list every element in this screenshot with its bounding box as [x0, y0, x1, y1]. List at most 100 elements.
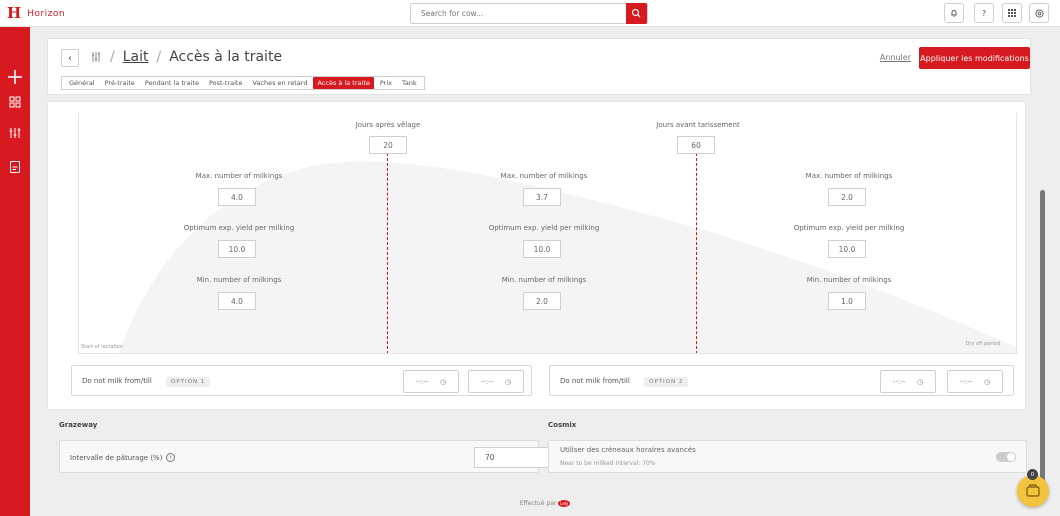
min-milkings-label: Min. number of milkings: [196, 276, 282, 284]
breadcrumb-separator: /: [156, 49, 162, 65]
grazing-interval-label: Intervalle de pâturage (%) i: [70, 453, 176, 462]
lactation-panel: Jours après vêlage 20 Jours avant tariss…: [78, 113, 1017, 354]
logo-mark: H: [7, 4, 22, 22]
tab-late-cows[interactable]: Vaches en retard: [248, 77, 311, 89]
gear-icon: [1034, 8, 1044, 18]
do-not-milk-label: Do not milk from/till: [82, 377, 152, 385]
near-to-be-milked-label: Near to be milked interval:: [560, 460, 641, 467]
report-icon: [10, 161, 20, 173]
till-time-input[interactable]: --:-- ◷: [947, 370, 1003, 393]
dry-off-period-label: Dry off period: [965, 341, 1000, 347]
plus-icon: [8, 70, 22, 84]
breadcrumb-link-lait[interactable]: Lait: [123, 49, 149, 65]
dashboard-icon: [9, 96, 21, 108]
days-after-calving-line: [387, 153, 388, 353]
do-not-milk-option-2: Do not milk from/till OPTION 2 --:-- ◷ -…: [549, 365, 1014, 396]
chevron-left-icon: ‹: [68, 52, 72, 64]
optimum-yield-input[interactable]: 10.0: [523, 240, 561, 258]
tab-price[interactable]: Prix: [376, 77, 396, 89]
lely-logo: Lely: [558, 500, 571, 507]
min-milkings-input[interactable]: 1.0: [828, 292, 866, 310]
sidebar-item-dashboard[interactable]: [8, 95, 22, 109]
near-to-be-milked-text: Near to be milked interval: 70%: [560, 460, 656, 467]
do-not-milk-label: Do not milk from/till: [560, 377, 630, 385]
page-title: Accès à la traite: [169, 49, 283, 65]
days-after-calving-input[interactable]: 20: [369, 136, 407, 154]
apply-changes-button[interactable]: Appliquer les modifications: [919, 47, 1030, 69]
info-icon[interactable]: i: [166, 453, 176, 462]
tab-pre-milking[interactable]: Pré-traite: [101, 77, 139, 89]
cosmix-title: Cosmix: [548, 421, 577, 429]
bell-icon: [951, 10, 957, 17]
clock-icon: ◷: [440, 377, 447, 386]
optimum-yield-input[interactable]: 10.0: [828, 240, 866, 258]
search-input[interactable]: [411, 4, 627, 23]
time-value: --:--: [959, 377, 973, 386]
advanced-timeslots-toggle[interactable]: [996, 452, 1016, 462]
max-milkings-input[interactable]: 4.0: [218, 188, 256, 206]
from-time-input[interactable]: --:-- ◷: [880, 370, 936, 393]
page-header: ‹ / Lait / Accès à la traite Annuler App…: [47, 38, 1031, 95]
days-before-dryoff-label: Jours avant tarissement: [656, 121, 740, 129]
tab-bar: Général Pré-traite Pendant la traite Pos…: [61, 76, 425, 90]
sidebar-item-reports[interactable]: [8, 160, 22, 174]
scrollbar[interactable]: [1040, 30, 1045, 516]
back-button[interactable]: ‹: [61, 49, 79, 67]
sliders-icon: [91, 52, 101, 62]
time-value: --:--: [480, 377, 494, 386]
min-milkings-label: Min. number of milkings: [806, 276, 892, 284]
max-milkings-input[interactable]: 2.0: [828, 188, 866, 206]
option-2-badge: OPTION 2: [644, 377, 689, 387]
optimum-yield-input[interactable]: 10.0: [218, 240, 256, 258]
sidebar-item-settings[interactable]: [8, 126, 22, 140]
top-bar: H Horizon ?: [0, 0, 1060, 27]
days-after-calving-label: Jours après vêlage: [355, 121, 421, 129]
scrollbar-thumb[interactable]: [1040, 190, 1045, 500]
from-time-input[interactable]: --:-- ◷: [403, 370, 459, 393]
grazeway-box: Intervalle de pâturage (%) i 70: [59, 440, 590, 473]
grazeway-title: Grazeway: [59, 421, 98, 429]
footer: Effectué par Lely: [0, 500, 1060, 507]
max-milkings-label: Max. number of milkings: [195, 172, 283, 180]
max-milkings-label: Max. number of milkings: [805, 172, 893, 180]
clock-icon: ◷: [917, 377, 924, 386]
tab-general[interactable]: Général: [65, 77, 99, 89]
min-milkings-input[interactable]: 2.0: [523, 292, 561, 310]
tab-tank[interactable]: Tank: [398, 77, 421, 89]
advanced-timeslots-label: Utiliser des créneaux horaires avancés: [560, 446, 696, 454]
breadcrumb-separator: /: [110, 49, 115, 65]
max-milkings-label: Max. number of milkings: [500, 172, 588, 180]
app-logo[interactable]: H Horizon: [7, 6, 65, 21]
help-button[interactable]: ?: [974, 3, 994, 23]
optimum-yield-label: Optimum exp. yield per milking: [793, 224, 905, 232]
optimum-yield-label: Optimum exp. yield per milking: [183, 224, 295, 232]
clock-icon: ◷: [505, 377, 512, 386]
min-milkings-input[interactable]: 4.0: [218, 292, 256, 310]
sliders-icon: [9, 128, 21, 138]
do-not-milk-option-1: Do not milk from/till OPTION 1 --:-- ◷ -…: [71, 365, 532, 396]
days-before-dryoff-line: [696, 153, 697, 353]
add-button[interactable]: [0, 63, 30, 91]
tab-milking-access[interactable]: Accès à la traite: [313, 77, 374, 89]
settings-button[interactable]: [1029, 3, 1049, 23]
powered-by-text: Effectué par: [519, 500, 557, 507]
breadcrumb: / Lait / Accès à la traite: [90, 49, 282, 65]
option-1-badge: OPTION 1: [166, 377, 211, 387]
sidebar: [0, 27, 30, 516]
app-name: Horizon: [27, 8, 66, 19]
notifications-button[interactable]: [944, 3, 964, 23]
cancel-link[interactable]: Annuler: [880, 53, 911, 62]
apps-button[interactable]: [1002, 3, 1022, 23]
search-box: [410, 3, 648, 24]
till-time-input[interactable]: --:-- ◷: [468, 370, 524, 393]
max-milkings-input[interactable]: 3.7: [523, 188, 561, 206]
days-before-dryoff-input[interactable]: 60: [677, 136, 715, 154]
lactation-curve: [119, 161, 1016, 353]
tab-during-milking[interactable]: Pendant la traite: [141, 77, 203, 89]
search-button[interactable]: [626, 3, 647, 24]
help-icon: ?: [981, 8, 987, 18]
time-value: --:--: [415, 377, 429, 386]
time-value: --:--: [892, 377, 906, 386]
tab-post-milking[interactable]: Post-traite: [205, 77, 247, 89]
search-icon: [631, 8, 641, 18]
